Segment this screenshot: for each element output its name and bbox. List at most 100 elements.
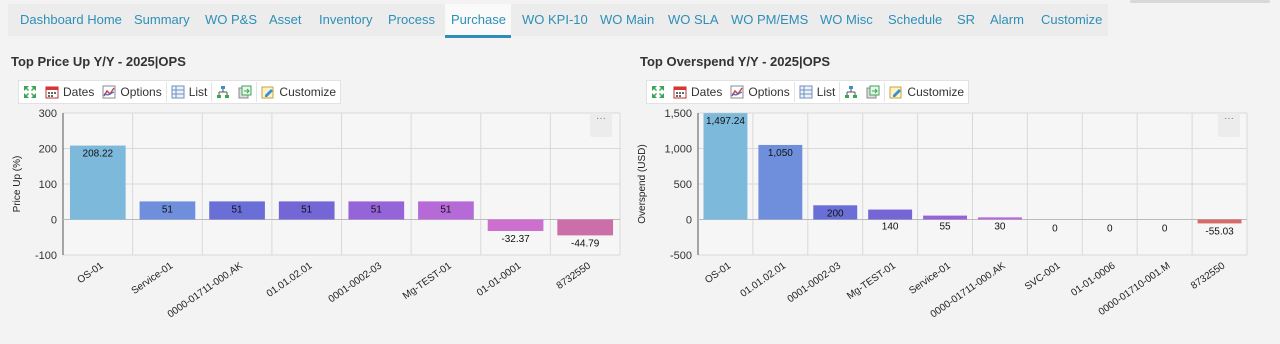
export-icon — [238, 85, 252, 99]
bar-value-label: 1,050 — [768, 148, 793, 159]
customize-label: Customize — [279, 85, 337, 99]
bar-value-label: 208.22 — [83, 149, 114, 160]
bar[interactable] — [703, 113, 748, 220]
y-tick-label: 100 — [39, 179, 57, 191]
tab-purchase[interactable]: Purchase — [451, 12, 506, 27]
y-tick-label: -100 — [35, 250, 57, 262]
x-category-label: 01-01-0006 — [1069, 260, 1118, 299]
dates-button[interactable]: Dates — [669, 82, 726, 102]
expand-button[interactable] — [647, 82, 669, 102]
options-button[interactable]: Options — [98, 82, 165, 102]
expand-icon — [652, 86, 664, 98]
x-category-label: Service-01 — [130, 260, 176, 297]
bar-value-label: -44.79 — [571, 238, 600, 249]
list-button[interactable]: List — [793, 82, 840, 102]
left-panel-title: Top Price Up Y/Y - 2025|OPS — [11, 54, 186, 69]
tab-wo-main[interactable]: WO Main — [600, 12, 654, 27]
right-panel-title: Top Overspend Y/Y - 2025|OPS — [640, 54, 831, 69]
bar-value-label: 51 — [232, 204, 244, 215]
list-button[interactable]: List — [165, 82, 212, 102]
y-tick-label: 1,000 — [664, 144, 692, 156]
x-category-label: 0000-01711-000.AK — [166, 260, 245, 320]
bar-value-label: 51 — [162, 204, 174, 215]
export-button[interactable] — [234, 82, 256, 102]
y-tick-label: -500 — [670, 250, 692, 262]
x-category-label: Mg-TEST-01 — [845, 260, 898, 302]
bar[interactable] — [923, 215, 968, 220]
bar-value-label: 0 — [1107, 224, 1113, 235]
tab-schedule[interactable]: Schedule — [888, 12, 942, 27]
y-tick-label: 300 — [39, 108, 57, 120]
bar[interactable] — [557, 219, 614, 236]
customize-button[interactable]: Customize — [884, 82, 968, 102]
dates-label: Dates — [691, 85, 723, 99]
expand-button[interactable] — [19, 82, 41, 102]
customize-icon — [889, 86, 902, 99]
hierarchy-button[interactable] — [839, 82, 862, 102]
x-category-label: 01-01-0001 — [475, 260, 524, 299]
left-chart-menu-button[interactable]: ··· — [590, 113, 612, 137]
list-icon — [799, 85, 813, 99]
bar-value-label: -55.03 — [1205, 226, 1234, 237]
options-label: Options — [120, 85, 162, 99]
tab-wo-kpi-10[interactable]: WO KPI-10 — [522, 12, 588, 27]
y-tick-label: 1,500 — [664, 108, 692, 120]
x-category-label: 0001-0002-03 — [327, 260, 385, 305]
tab-summary[interactable]: Summary — [134, 12, 190, 27]
tab-asset[interactable]: Asset — [269, 12, 302, 27]
tab-sr[interactable]: SR — [957, 12, 975, 27]
bar-value-label: 55 — [939, 222, 951, 233]
bar-value-label: 51 — [371, 204, 383, 215]
dates-button[interactable]: Dates — [41, 82, 98, 102]
tab-wo-misc[interactable]: WO Misc — [820, 12, 873, 27]
x-category-label: 01.01.02.01 — [265, 260, 315, 300]
bar-value-label: 1,497.24 — [706, 116, 745, 127]
bar-value-label: 0 — [1162, 224, 1168, 235]
bar-value-label: 140 — [882, 222, 899, 233]
bar-value-label: -32.37 — [501, 234, 530, 245]
list-icon — [171, 85, 185, 99]
overspend-bar-chart: -500 0 500 1,000 1,500 Overspend (USD) 1,497.2… — [637, 108, 1248, 320]
options-button[interactable]: Options — [726, 82, 793, 102]
export-icon — [866, 85, 880, 99]
tab-customize[interactable]: Customize — [1041, 12, 1102, 27]
y-tick-label: 0 — [51, 215, 57, 227]
tab-alarm[interactable]: Alarm — [990, 12, 1024, 27]
bar[interactable] — [1197, 219, 1242, 224]
x-category-label: 01.01.02.01 — [738, 260, 788, 300]
options-chart-icon — [102, 85, 116, 99]
x-category-label: Mg-TEST-01 — [401, 260, 454, 302]
tab-wo-pm-ems[interactable]: WO PM/EMS — [731, 12, 808, 27]
customize-button[interactable]: Customize — [256, 82, 340, 102]
x-category-label: 8732550 — [555, 260, 594, 292]
hierarchy-button[interactable] — [211, 82, 234, 102]
dates-label: Dates — [63, 85, 95, 99]
list-label: List — [816, 85, 836, 99]
bar[interactable] — [977, 217, 1022, 220]
tab-process[interactable]: Process — [388, 12, 435, 27]
tab-wo-ps[interactable]: WO P&S — [205, 12, 257, 27]
tab-dashboard-home[interactable]: Dashboard Home — [20, 12, 122, 27]
bar[interactable] — [868, 209, 913, 220]
hierarchy-icon — [845, 86, 858, 98]
options-chart-icon — [730, 85, 744, 99]
top-nav: Dashboard Home Summary WO P&S Asset Inve… — [0, 0, 1280, 38]
calendar-icon — [45, 86, 59, 99]
bar-value-label: 0 — [1052, 224, 1058, 235]
y-tick-label: 200 — [39, 144, 57, 156]
right-chart-menu-button[interactable]: ··· — [1218, 113, 1240, 137]
bar[interactable] — [487, 219, 544, 231]
y-axis-title: Price Up (%) — [12, 156, 23, 213]
calendar-icon — [673, 86, 687, 99]
tab-inventory[interactable]: Inventory — [319, 12, 372, 27]
x-category-label: SVC-001 — [1023, 260, 1063, 293]
bar-value-label: 51 — [301, 204, 313, 215]
tab-wo-sla[interactable]: WO SLA — [668, 12, 719, 27]
export-button[interactable] — [862, 82, 884, 102]
options-label: Options — [748, 85, 790, 99]
price-up-bar-chart: -100 0 100 200 300 Price Up (%) 208.22 OS-01 51 S… — [12, 108, 621, 320]
hierarchy-icon — [217, 86, 230, 98]
customize-label: Customize — [907, 85, 965, 99]
x-category-label: 8732550 — [1189, 260, 1228, 292]
x-category-label: OS-01 — [703, 260, 733, 286]
